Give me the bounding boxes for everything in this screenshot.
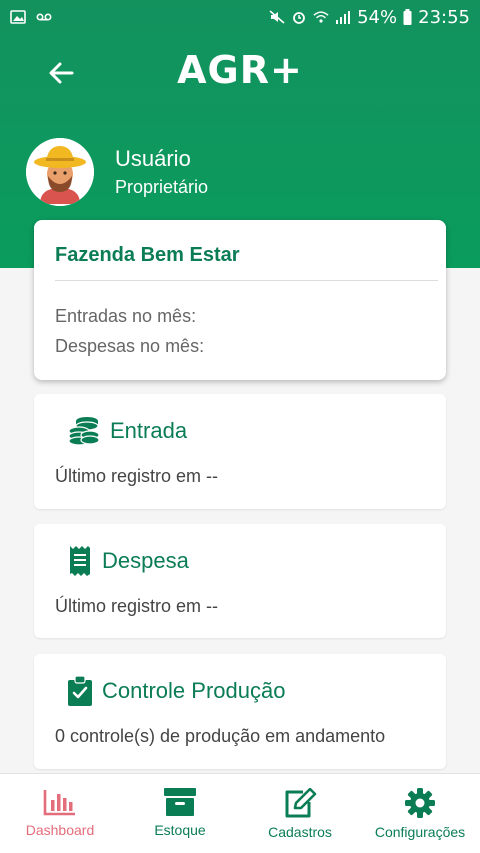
receipt-icon (70, 546, 90, 576)
mute-icon (269, 10, 285, 24)
entrada-card[interactable]: Entrada Último registro em -- (34, 394, 446, 509)
farm-summary-card[interactable]: Fazenda Bem Estar Entradas no mês: Despe… (34, 220, 446, 380)
entrada-title: Entrada (110, 418, 188, 443)
nav-label: Configurações (374, 824, 466, 840)
divider (55, 280, 438, 281)
archive-box-icon (164, 788, 196, 816)
monthly-income-label: Entradas no mês: (55, 306, 197, 326)
user-role: Proprietário (115, 177, 209, 197)
image-icon (10, 10, 26, 24)
nav-label: Estoque (154, 822, 206, 838)
status-bar: 54% 23:55 (0, 0, 480, 34)
producao-in-progress-count: 0 controle(s) de produção em andamento (55, 726, 386, 746)
user-profile: Usuário Proprietário (26, 138, 208, 206)
producao-card[interactable]: Controle Produção 0 controle(s) de produ… (34, 654, 446, 769)
nav-label: Dashboard (25, 822, 95, 838)
alarm-icon (293, 12, 306, 24)
despesa-last-record: Último registro em -- (55, 596, 219, 616)
nav-dashboard[interactable]: Dashboard (0, 774, 120, 853)
wifi-icon (313, 11, 329, 23)
nav-configuracoes[interactable]: Configurações (360, 774, 480, 853)
battery-percentage: 54% (357, 6, 398, 28)
voicemail-icon (36, 13, 52, 21)
despesa-card[interactable]: Despesa Último registro em -- (34, 524, 446, 638)
edit-icon (285, 788, 317, 818)
battery-icon (403, 9, 412, 25)
clock: 23:55 (418, 6, 470, 28)
clipboard-check-icon (68, 676, 92, 706)
app-logo: AGR+ (177, 48, 303, 92)
bar-chart-icon (43, 790, 75, 816)
avatar (26, 138, 94, 206)
nav-estoque[interactable]: Estoque (120, 774, 240, 853)
monthly-expense-label: Despesas no mês: (55, 336, 205, 356)
nav-cadastros[interactable]: Cadastros (240, 774, 360, 853)
farm-name: Fazenda Bem Estar (55, 244, 240, 266)
coins-icon (68, 417, 100, 446)
signal-icon (336, 11, 351, 24)
entrada-last-record: Último registro em -- (55, 466, 219, 486)
gear-icon (405, 788, 435, 818)
despesa-title: Despesa (102, 548, 189, 573)
nav-label: Cadastros (268, 824, 332, 840)
farmer-avatar-icon (26, 138, 94, 206)
user-name: Usuário (115, 146, 191, 171)
producao-title: Controle Produção (102, 678, 286, 703)
bottom-navigation: Dashboard Estoque Cadastros Configuraçõe… (0, 773, 480, 853)
